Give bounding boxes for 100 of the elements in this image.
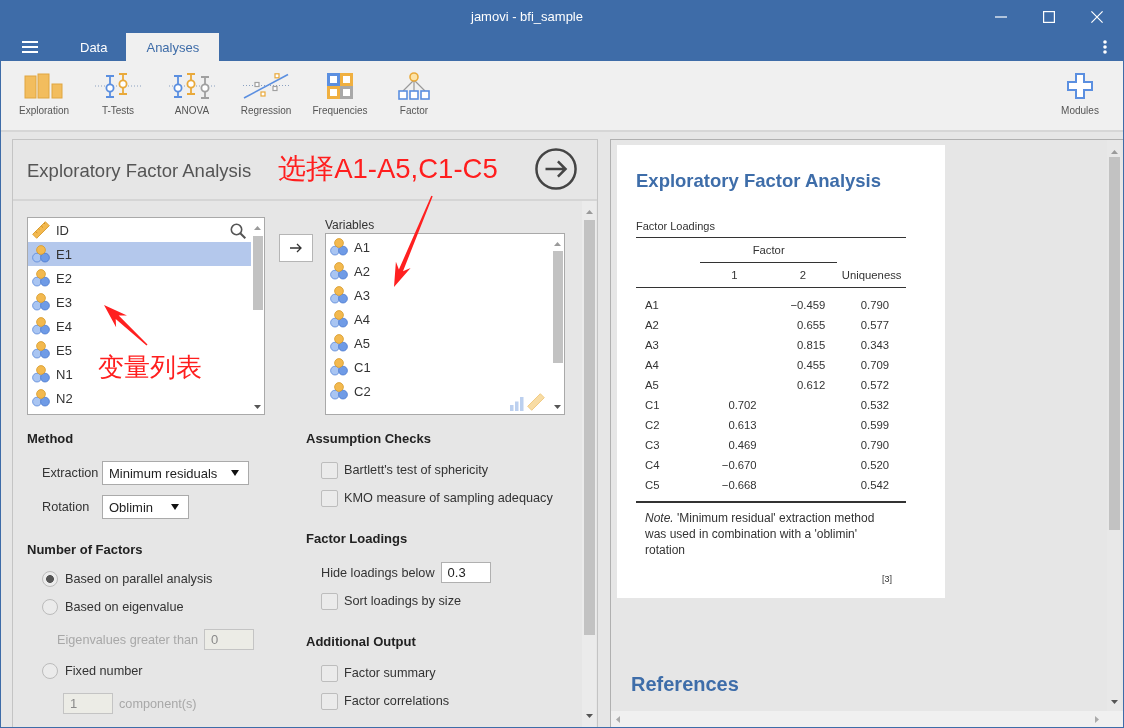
- section-heading: Number of Factors: [27, 541, 143, 559]
- ribbon-button[interactable]: Exploration: [7, 69, 81, 119]
- checkbox-label: Sort loadings by size: [344, 594, 462, 608]
- dropdown[interactable]: Minimum residuals: [102, 461, 250, 485]
- ribbon-button[interactable]: T-Tests: [81, 69, 155, 119]
- checkbox[interactable]: [321, 592, 338, 610]
- row-label: C5: [636, 475, 700, 502]
- list-item[interactable]: A2: [326, 259, 374, 283]
- scrollbar-thumb[interactable]: [583, 220, 595, 635]
- squares-grid-icon: [327, 73, 353, 99]
- ribbon-button[interactable]: Frequencies: [303, 69, 377, 119]
- close-icon[interactable]: [1091, 10, 1103, 23]
- three-circles-icon: [32, 293, 50, 311]
- modules-button[interactable]: Modules: [1043, 69, 1117, 119]
- row-label: A5: [644, 378, 660, 393]
- list-item[interactable]: C1: [326, 355, 375, 379]
- radio-button[interactable]: [42, 663, 58, 679]
- table-cell: 0.790: [837, 287, 906, 315]
- list-item[interactable]: N1: [28, 362, 77, 386]
- list-item[interactable]: A3: [326, 283, 374, 307]
- scroll-down-icon[interactable]: [554, 405, 561, 409]
- caret-icon: [231, 470, 240, 476]
- column-header: 1: [700, 262, 769, 288]
- checkbox[interactable]: [321, 664, 338, 682]
- scatter-plot-icon: [243, 73, 289, 99]
- table-cell-text: 0.520: [859, 458, 890, 473]
- three-circles-icon: [32, 341, 50, 359]
- scroll-up-icon[interactable]: [254, 226, 261, 230]
- table-cell-text: 0.655: [796, 318, 827, 333]
- column-header: Uniqueness: [837, 262, 906, 288]
- scroll-right-icon[interactable]: [1095, 715, 1099, 723]
- menu-icon[interactable]: [22, 41, 38, 53]
- list-item[interactable]: E2: [28, 266, 76, 290]
- table-cell-text: 0.815: [796, 338, 827, 353]
- table-cell-text: 0.702: [727, 398, 758, 413]
- list-item[interactable]: N2: [28, 386, 77, 410]
- dropdown[interactable]: Oblimin: [102, 495, 189, 519]
- more-options-icon[interactable]: [1103, 40, 1107, 54]
- three-circles-icon: [32, 389, 50, 407]
- minimize-icon[interactable]: [995, 15, 1007, 18]
- list-item[interactable]: C2: [326, 379, 375, 403]
- arrow-circle-icon[interactable]: [535, 148, 577, 190]
- radio-label: Based on eigenvalue: [65, 600, 184, 614]
- ruler-icon: [32, 221, 50, 239]
- row-label: A2: [644, 318, 660, 333]
- tab[interactable]: Data: [61, 33, 127, 61]
- list-item[interactable]: A1: [326, 235, 374, 259]
- ribbon-button[interactable]: Factor: [377, 69, 451, 119]
- row-label: A4: [644, 358, 660, 373]
- radio-button[interactable]: [42, 571, 58, 587]
- reference-number[interactable]: [3]: [882, 573, 892, 585]
- scroll-up-icon[interactable]: [585, 210, 593, 214]
- maximize-icon[interactable]: [1043, 10, 1055, 23]
- table-cell-text: −0.670: [720, 458, 758, 473]
- number-field[interactable]: 0.3: [440, 562, 491, 583]
- tab[interactable]: Analyses: [126, 33, 220, 61]
- table-cell-text: 0.455: [796, 358, 827, 373]
- column-group-header: Factor: [700, 237, 838, 263]
- scrollbar-thumb[interactable]: [552, 251, 563, 363]
- list-item[interactable]: A4: [326, 307, 374, 331]
- arrow-right-icon: [290, 243, 302, 253]
- table-cell: −0.668: [700, 475, 769, 502]
- list-item[interactable]: E4: [28, 314, 76, 338]
- three-circles-icon: [32, 317, 50, 335]
- checkbox-label: Bartlett's test of sphericity: [344, 463, 489, 477]
- list-item[interactable]: A5: [326, 331, 374, 355]
- list-item[interactable]: E5: [28, 338, 76, 362]
- radio-button[interactable]: [42, 599, 58, 615]
- scrollbar-thumb[interactable]: [1108, 157, 1120, 530]
- annotation-label: 变量列表: [98, 352, 202, 382]
- ribbon-button[interactable]: ANOVA: [155, 69, 229, 119]
- scroll-left-icon[interactable]: [616, 715, 620, 723]
- scroll-down-icon[interactable]: [254, 405, 261, 409]
- field-suffix: component(s): [119, 696, 197, 711]
- scrollbar-thumb[interactable]: [252, 236, 263, 310]
- three-circles-icon: [330, 262, 348, 280]
- three-circles-icon: [32, 245, 50, 263]
- row-label: A3: [644, 338, 660, 353]
- checkbox[interactable]: [321, 489, 338, 507]
- results-title: Exploratory Factor Analysis: [636, 170, 883, 192]
- three-circles-icon: [330, 286, 348, 304]
- field-label: Rotation: [42, 500, 91, 514]
- list-label: Variables: [325, 217, 376, 233]
- field-label: Eigenvalues greater than: [57, 632, 199, 647]
- section-heading: Factor Loadings: [306, 530, 408, 548]
- table-cell-text: 0.577: [859, 318, 890, 333]
- table-cell: 0.542: [837, 475, 906, 502]
- table-cell: −0.459: [768, 287, 838, 315]
- ribbon-button[interactable]: Regression: [229, 69, 303, 119]
- search-icon[interactable]: [230, 223, 246, 239]
- list-item[interactable]: ID: [28, 218, 73, 242]
- scroll-down-icon[interactable]: [1110, 700, 1118, 704]
- checkbox[interactable]: [321, 461, 338, 479]
- scroll-up-icon[interactable]: [1110, 150, 1118, 154]
- move-button[interactable]: [279, 234, 313, 262]
- scroll-up-icon[interactable]: [554, 242, 561, 246]
- scroll-down-icon[interactable]: [585, 714, 593, 718]
- checkbox[interactable]: [321, 692, 338, 710]
- list-item[interactable]: E3: [28, 290, 76, 314]
- list-item[interactable]: E1: [28, 242, 251, 266]
